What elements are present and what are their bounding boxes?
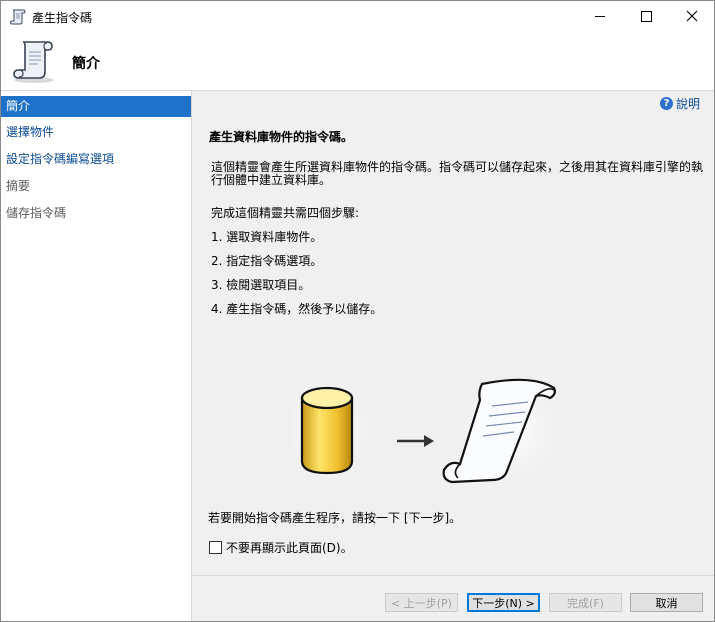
sidebar-item-choose-objects[interactable]: 選擇物件 [1,122,191,143]
sidebar-item-save-scripts: 儲存指令碼 [6,206,67,220]
sidebar-item-scripting-options[interactable]: 設定指令碼編寫選項 [1,149,191,170]
steps-intro: 完成這個精靈共需四個步驟: [211,206,360,220]
scroll-icon [9,9,26,25]
minimize-button[interactable] [577,1,623,32]
dont-show-again-label[interactable]: 不要再顯示此頁面(D)。 [226,539,353,556]
step-item: 4. 產生指令碼，然後予以儲存。 [211,302,383,316]
step-item: 1. 選取資料庫物件。 [211,230,323,244]
sidebar-item-introduction[interactable]: 簡介 [1,96,191,117]
dont-show-again-row[interactable]: 不要再顯示此頁面(D)。 [209,539,353,556]
database-to-script-illustration [292,376,572,493]
back-button: < 上一步(P) [385,593,458,612]
step-item: 2. 指定指令碼選項。 [211,254,323,268]
content-description: 這個精靈會產生所選資料庫物件的指令碼。指令碼可以儲存起來，之後用其在資料庫引擎的… [211,160,704,187]
sidebar-item-summary: 摘要 [6,179,31,193]
wizard-content: ? 說明 產生資料庫物件的指令碼。 這個精靈會產生所選資料庫物件的指令碼。指令碼… [192,91,714,621]
database-icon [300,386,354,475]
title-bar[interactable]: 產生指令碼 [1,1,714,32]
maximize-button[interactable] [623,1,669,32]
next-button[interactable]: 下一步(N) > [467,593,540,612]
close-button[interactable] [669,1,714,32]
help-icon: ? [659,97,673,110]
wizard-sidebar: 簡介 選擇物件 設定指令碼編寫選項 摘要 儲存指令碼 [1,91,192,621]
cancel-button[interactable]: 取消 [630,593,703,612]
help-label: 說明 [675,97,700,111]
finish-button: 完成(F) [549,593,622,612]
content-heading: 產生資料庫物件的指令碼。 [209,130,354,144]
script-scroll-icon [13,41,54,83]
wizard-window: 產生指令碼 簡介 簡介 選擇物件 設定指令碼編寫選項 摘要 儲存指令碼 ? 說明 [0,0,715,622]
footer-divider [192,575,714,576]
close-icon [686,10,698,22]
page-title: 簡介 [72,56,100,72]
help-link[interactable]: ? 說明 [659,95,700,112]
arrow-right-icon [397,435,434,447]
window-title: 產生指令碼 [32,11,93,25]
dont-show-again-checkbox[interactable] [209,541,222,554]
step-item: 3. 檢閱選取項目。 [211,278,311,292]
start-instruction: 若要開始指令碼產生程序，請按一下 [下一步]。 [208,511,462,525]
wizard-header: 簡介 [1,32,714,90]
